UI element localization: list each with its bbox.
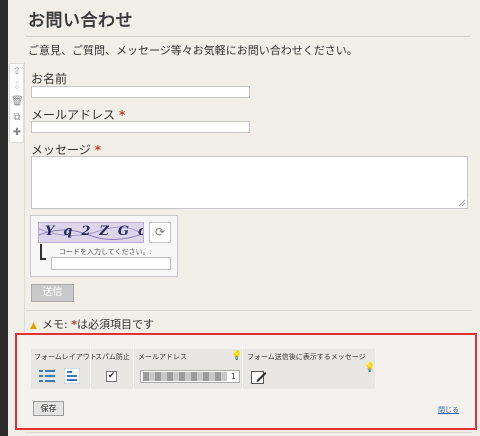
form-settings-panel: フォームレイアウト スパム防止 ✔ メールアドレス 💡 1 フォーム送信後に表示…: [15, 333, 477, 430]
layout-list-icon[interactable]: [39, 369, 55, 383]
intro-text: ご意見、ご質問、メッセージ等々お気軽にお問い合わせください。: [28, 44, 358, 57]
resize-grip-icon[interactable]: [458, 199, 466, 207]
email-header: メールアドレス: [138, 353, 187, 361]
layout-header: フォームレイアウト: [34, 353, 97, 361]
captcha-arrow-icon: [40, 244, 46, 260]
edit-pencil-icon[interactable]: [251, 369, 267, 385]
email-required-mark: *: [119, 108, 126, 122]
message-header: フォーム送信後に表示するメッセージ: [247, 353, 366, 361]
captcha-code-text: Yq2ZGc: [45, 224, 144, 239]
bottom-divider: [26, 432, 472, 433]
name-input[interactable]: [31, 86, 250, 98]
spam-header: スパム防止: [95, 353, 130, 361]
memo-prefix: メモ:: [42, 318, 68, 331]
email-redacted: [143, 372, 227, 381]
copy-icon[interactable]: ⧉: [11, 112, 23, 124]
send-button[interactable]: 送信: [31, 284, 74, 302]
email-section: メールアドレス 💡 1: [135, 349, 243, 389]
block-toolbar: ⇧ ⇩ 🗑 ⧉ ✚: [9, 63, 24, 143]
add-icon[interactable]: ✚: [11, 127, 23, 139]
move-down-icon[interactable]: ⇩: [11, 81, 23, 93]
memo-suffix: は必須項目です: [76, 318, 154, 331]
email-setting-input[interactable]: 1: [140, 370, 240, 383]
message-required-mark: *: [94, 143, 102, 157]
captcha-image: Yq2ZGc: [38, 222, 144, 243]
captcha-hint: コードを入力してください。:: [59, 248, 152, 256]
email-input[interactable]: [31, 121, 250, 133]
memo-note: ▲ メモ: *は必須項目です: [30, 316, 154, 332]
page-title: お問い合わせ: [28, 11, 133, 31]
spam-checkbox[interactable]: ✔: [106, 371, 117, 382]
title-divider: [26, 36, 470, 37]
captcha-input[interactable]: [51, 257, 171, 270]
settings-row: フォームレイアウト スパム防止 ✔ メールアドレス 💡 1 フォーム送信後に表示…: [31, 349, 375, 389]
layout-section: フォームレイアウト: [31, 349, 97, 389]
warning-icon: ▲: [30, 321, 37, 331]
message-label-text: メッセージ: [31, 143, 91, 157]
move-up-icon[interactable]: ⇧: [11, 66, 23, 78]
spam-section: スパム防止 ✔: [92, 349, 134, 389]
name-label: お名前: [31, 72, 68, 86]
captcha-refresh-icon[interactable]: ⟳: [149, 222, 171, 243]
email-hint-bulb-icon[interactable]: 💡: [231, 351, 242, 361]
message-textarea[interactable]: [31, 156, 468, 209]
message-hint-bulb-icon[interactable]: 💡: [364, 363, 375, 373]
memo-divider: [26, 310, 472, 311]
layout-stacked-icon[interactable]: [64, 368, 80, 384]
captcha-widget: Yq2ZGc ⟳ コードを入力してください。:: [30, 215, 178, 277]
message-section: フォーム送信後に表示するメッセージ 💡: [244, 349, 375, 389]
close-link[interactable]: 閉じる: [438, 405, 459, 415]
email-label-text: メールアドレス: [31, 108, 116, 122]
left-frame-bar: [0, 0, 8, 436]
email-value-suffix: 1: [230, 372, 236, 381]
save-button[interactable]: 保存: [33, 401, 64, 416]
delete-icon[interactable]: 🗑: [11, 96, 24, 108]
